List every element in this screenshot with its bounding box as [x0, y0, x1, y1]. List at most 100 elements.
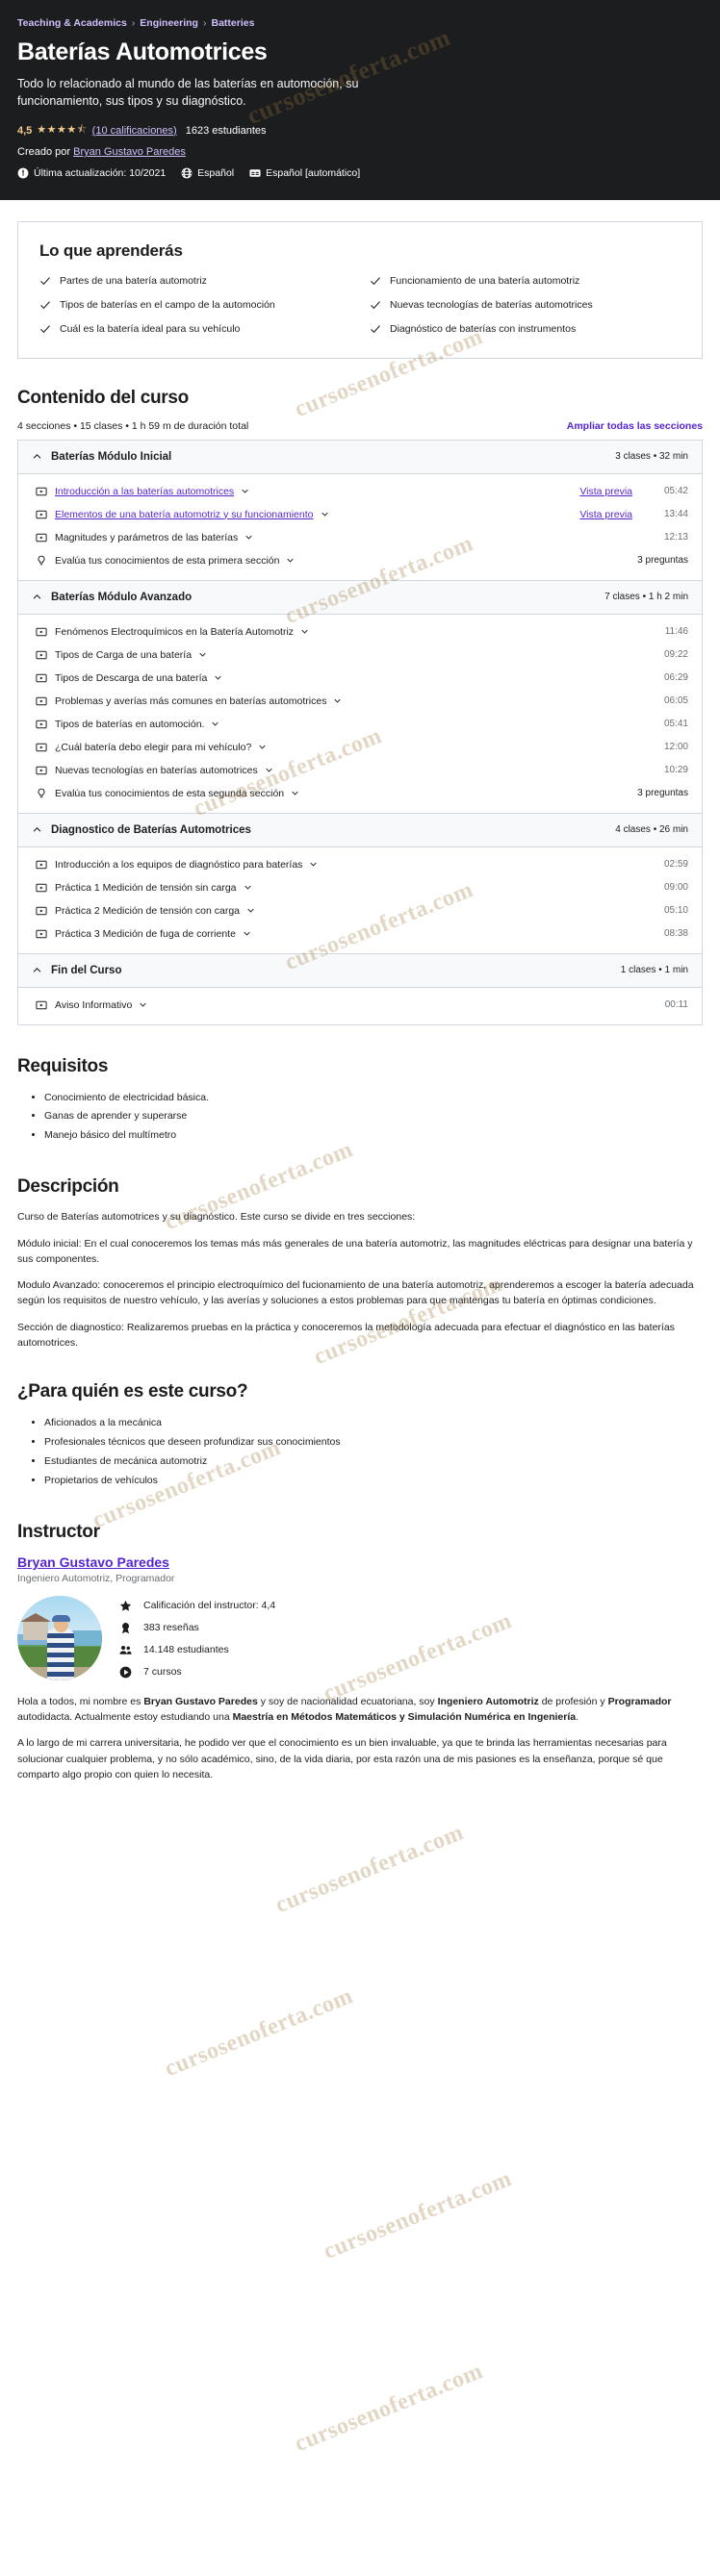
- lecture-row[interactable]: Aviso Informativo 00:11: [18, 994, 702, 1017]
- lecture-row[interactable]: Tipos de Carga de una batería 09:22: [18, 644, 702, 667]
- chevron-down-icon[interactable]: [309, 860, 318, 869]
- chevron-down-icon[interactable]: [258, 743, 267, 751]
- course-content-heading: Contenido del curso: [17, 387, 189, 408]
- lecture-row[interactable]: Práctica 2 Medición de tensión con carga…: [18, 899, 702, 922]
- preview-link[interactable]: Vista previa: [579, 486, 632, 497]
- chevron-down-icon[interactable]: [246, 906, 255, 915]
- curriculum-accordion: Baterías Módulo Inicial 3 clases • 32 min…: [17, 439, 703, 1025]
- instructor-link[interactable]: Bryan Gustavo Paredes: [73, 146, 186, 158]
- lecture-row[interactable]: Práctica 1 Medición de tensión sin carga…: [18, 876, 702, 899]
- lecture-row[interactable]: Tipos de baterías en automoción. 05:41: [18, 713, 702, 736]
- lecture-row[interactable]: Introducción a las baterías automotrices…: [18, 480, 702, 503]
- audience-heading: ¿Para quién es este curso?: [17, 1381, 248, 1402]
- instructor-stat-courses: 7 cursos: [119, 1666, 275, 1679]
- lecture-duration: 05:41: [663, 719, 688, 730]
- chevron-down-icon[interactable]: [286, 556, 295, 565]
- section-title: Baterías Módulo Inicial: [51, 450, 172, 463]
- breadcrumb-item-subcategory[interactable]: Engineering: [140, 17, 198, 29]
- chevron-down-icon[interactable]: [139, 1000, 147, 1009]
- lecture-duration: 13:44: [663, 509, 688, 520]
- breadcrumb-item-category[interactable]: Teaching & Academics: [17, 17, 127, 29]
- meta-last-update-text: Última actualización: 10/2021: [34, 167, 167, 179]
- expand-all-sections-link[interactable]: Ampliar todas las secciones: [567, 420, 703, 432]
- lecture-duration: 3 preguntas: [637, 555, 688, 567]
- section-header[interactable]: Baterías Módulo Avanzado 7 clases • 1 h 2…: [18, 580, 702, 615]
- video-icon: [36, 905, 47, 917]
- instructor-stat-label: 7 cursos: [143, 1666, 182, 1679]
- description-paragraph: Sección de diagnostico: Realizaremos pru…: [17, 1321, 675, 1349]
- video-icon: [36, 859, 47, 871]
- chevron-down-icon[interactable]: [214, 673, 222, 682]
- award-icon: [119, 1622, 132, 1634]
- chevron-down-icon[interactable]: [265, 766, 273, 774]
- chevron-up-icon: [32, 592, 42, 602]
- course-page: Teaching & Academics › Engineering › Batteri…: [0, 0, 720, 2457]
- chevron-down-icon[interactable]: [243, 929, 251, 938]
- lecture-title: Tipos de baterías en automoción.: [55, 719, 644, 730]
- ratings-count-link[interactable]: (10 calificaciones): [92, 125, 177, 137]
- chevron-down-icon[interactable]: [198, 650, 207, 659]
- learn-item: Funcionamiento de una batería automotriz: [370, 274, 681, 288]
- list-item: Profesionales técnicos que deseen profun…: [44, 1433, 703, 1452]
- lecture-list: Introducción a los equipos de diagnóstic…: [18, 846, 702, 953]
- lecture-row[interactable]: Introducción a los equipos de diagnóstic…: [18, 853, 702, 876]
- learn-item-label: Diagnóstico de baterías con instrumentos: [390, 323, 577, 336]
- section-header[interactable]: Baterías Módulo Inicial 3 clases • 32 min: [18, 440, 702, 474]
- instructor-bio-paragraph: Hola a todos, mi nombre es Bryan Gustavo…: [17, 1695, 672, 1724]
- page-title: Baterías Automotrices: [17, 38, 268, 65]
- learn-item-label: Partes de una batería automotriz: [60, 275, 207, 287]
- section-title: Baterías Módulo Avanzado: [51, 591, 193, 603]
- info-icon: [17, 167, 29, 179]
- lecture-row[interactable]: Tipos de Descarga de una batería 06:29: [18, 667, 702, 690]
- lecture-row[interactable]: Práctica 3 Medición de fuga de corriente…: [18, 922, 702, 946]
- chevron-down-icon[interactable]: [244, 533, 253, 542]
- chevron-down-icon[interactable]: [300, 627, 309, 636]
- section-meta: 7 clases • 1 h 2 min: [604, 592, 688, 603]
- lecture-duration: 12:13: [663, 532, 688, 543]
- chevron-down-icon[interactable]: [333, 696, 342, 705]
- lecture-row[interactable]: ¿Cuál batería debo elegir para mi vehícu…: [18, 736, 702, 759]
- chevron-down-icon[interactable]: [211, 720, 219, 728]
- preview-link[interactable]: Vista previa: [579, 509, 632, 520]
- chevron-down-icon[interactable]: [291, 789, 299, 797]
- list-item: Propietarios de vehículos: [44, 1472, 703, 1491]
- lecture-row[interactable]: Evalúa tus conocimientos de esta primera…: [18, 549, 702, 572]
- learn-item-label: Cuál es la batería ideal para su vehícul…: [60, 323, 241, 336]
- instructor-stat-rating: Calificación del instructor: 4,4: [119, 1600, 275, 1612]
- audience-list: Aficionados a la mecánica Profesionales …: [17, 1414, 703, 1491]
- lecture-row[interactable]: Elementos de una batería automotriz y su…: [18, 503, 702, 526]
- chevron-down-icon[interactable]: [321, 510, 329, 518]
- lecture-row[interactable]: Nuevas tecnologías en baterías automotri…: [18, 759, 702, 782]
- rating-row: 4,5 ★★★★⯪ (10 calificaciones) 1623 estud…: [17, 121, 703, 139]
- quiz-icon: [36, 788, 47, 799]
- creator-row: Creado por Bryan Gustavo Paredes: [17, 146, 703, 158]
- watermark: cursosenoferta.com: [320, 2165, 516, 2265]
- lecture-row[interactable]: Problemas y averías más comunes en bater…: [18, 690, 702, 713]
- lecture-duration: 06:29: [663, 672, 688, 684]
- lecture-duration: 02:59: [663, 859, 688, 871]
- lecture-title[interactable]: Introducción a las baterías automotrices: [55, 486, 572, 497]
- meta-last-update: Última actualización: 10/2021: [17, 167, 166, 179]
- instructor-stat-reviews: 383 reseñas: [119, 1622, 275, 1634]
- course-hero: Teaching & Academics › Engineering › Batteri…: [0, 0, 720, 200]
- lecture-title[interactable]: Elementos de una batería automotriz y su…: [55, 509, 572, 520]
- chevron-up-icon: [32, 451, 42, 462]
- lecture-duration: 09:00: [663, 882, 688, 894]
- lecture-duration: 10:29: [663, 765, 688, 776]
- lecture-row[interactable]: Magnitudes y parámetros de las baterías 1…: [18, 526, 702, 549]
- instructor-name-link[interactable]: Bryan Gustavo Paredes: [17, 1554, 169, 1570]
- section-header[interactable]: Fin del Curso 1 clases • 1 min: [18, 953, 702, 988]
- section-meta: 1 clases • 1 min: [620, 965, 688, 976]
- section-header[interactable]: Diagnostico de Baterías Automotrices 4 cl…: [18, 813, 702, 847]
- globe-icon: [181, 167, 193, 179]
- lecture-list: Fenómenos Electroquímicos en la Batería …: [18, 614, 702, 813]
- lecture-row[interactable]: Evalúa tus conocimientos de esta segunda…: [18, 782, 702, 805]
- breadcrumb-item-topic[interactable]: Batteries: [211, 17, 254, 29]
- video-icon: [36, 486, 47, 497]
- learn-item: Diagnóstico de baterías con instrumentos: [370, 322, 681, 336]
- lecture-row[interactable]: Fenómenos Electroquímicos en la Batería …: [18, 620, 702, 644]
- meta-language: Español: [181, 167, 234, 179]
- chevron-down-icon[interactable]: [241, 487, 249, 495]
- check-icon: [370, 275, 381, 287]
- chevron-down-icon[interactable]: [244, 883, 252, 892]
